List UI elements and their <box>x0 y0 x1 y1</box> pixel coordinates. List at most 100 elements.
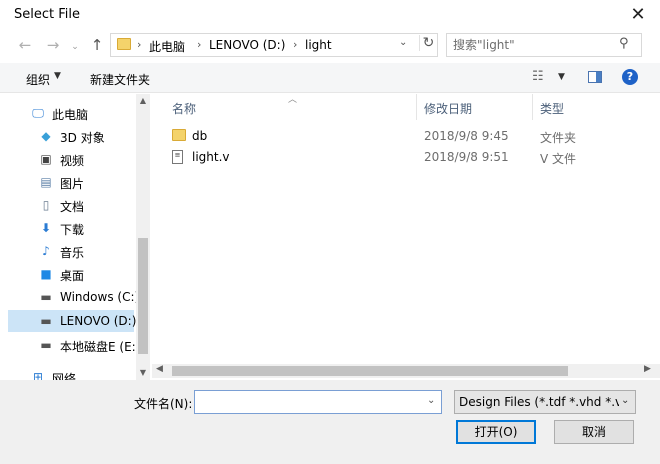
file-date: 2018/9/8 9:51 <box>424 150 509 164</box>
nav-item-videos[interactable]: ▣ 视频 <box>8 148 134 170</box>
column-header-type[interactable]: 类型 <box>540 100 564 117</box>
help-icon[interactable]: ? <box>622 69 638 85</box>
file-list: ︿ 名称 修改日期 类型 db 2018/9/8 9:45 文件夹 ≡ ligh… <box>152 94 660 364</box>
file-type: 文件夹 <box>540 131 577 145</box>
nav-item-label: 下载 <box>60 223 85 237</box>
nav-item-label: 3D 对象 <box>60 131 105 145</box>
nav-item-local-disk-e[interactable]: ▬ 本地磁盘E (E:) <box>8 334 140 356</box>
drive-icon: ▬ <box>40 290 52 304</box>
nav-item-this-pc[interactable]: 🖵 此电脑 <box>8 102 134 124</box>
scroll-thumb[interactable] <box>138 238 148 354</box>
navigation-pane: 🖵 此电脑 ◆ 3D 对象 ▣ 视频 ▤ 图片 ▯ 文档 ⬇ 下载 ♪ 音乐 ■… <box>0 94 150 380</box>
open-button[interactable]: 打开(O) <box>456 420 536 444</box>
file-name: light.v <box>192 150 230 164</box>
window-title: Select File <box>14 7 80 22</box>
caret-down-icon[interactable]: ▼ <box>558 72 565 82</box>
toolbar: 组织 ▼ 新建文件夹 ☷ ▼ ? <box>0 63 660 93</box>
music-icon: ♪ <box>42 244 50 258</box>
file-date: 2018/9/8 9:45 <box>424 129 509 143</box>
drive-icon: ▬ <box>40 314 52 328</box>
filename-combobox[interactable]: ⌄ <box>194 390 442 414</box>
column-divider[interactable] <box>416 94 417 120</box>
file-type-filter[interactable]: Design Files (*.tdf *.vhd *.vhc ⌄ <box>454 390 636 414</box>
nav-item-downloads[interactable]: ⬇ 下载 <box>8 217 134 239</box>
column-divider[interactable] <box>532 94 533 120</box>
sort-ascending-icon: ︿ <box>288 95 298 105</box>
nav-item-label: LENOVO (D:) <box>60 314 137 328</box>
computer-icon: 🖵 <box>32 106 44 120</box>
chevron-down-icon[interactable]: ⌄ <box>621 395 629 406</box>
close-icon[interactable]: ✕ <box>622 3 654 27</box>
scroll-thumb[interactable] <box>172 366 568 376</box>
column-header-date[interactable]: 修改日期 <box>424 100 472 117</box>
document-icon: ▯ <box>42 198 50 212</box>
nav-item-label: 本地磁盘E (E:) <box>60 340 141 354</box>
picture-icon: ▤ <box>40 175 52 189</box>
forward-arrow-icon[interactable]: → <box>42 34 64 56</box>
filename-input[interactable] <box>199 394 419 410</box>
nav-item-desktop[interactable]: ■ 桌面 <box>8 263 134 285</box>
file-row[interactable]: ≡ light.v 2018/9/8 9:51 V 文件 <box>164 147 644 167</box>
file-type-filter-value: Design Files (*.tdf *.vhd *.vhc <box>459 395 619 409</box>
address-bar[interactable]: › 此电脑 › LENOVO (D:) › light ⌄ ↻ <box>110 33 438 57</box>
nav-item-pictures[interactable]: ▤ 图片 <box>8 171 134 193</box>
scroll-right-icon[interactable]: ▶ <box>644 364 651 374</box>
nav-item-label: 网络 <box>52 372 77 380</box>
nav-item-3d-objects[interactable]: ◆ 3D 对象 <box>8 125 134 147</box>
nav-item-music[interactable]: ♪ 音乐 <box>8 240 134 262</box>
address-dropdown-icon[interactable]: ⌄ <box>399 37 407 48</box>
folder-icon <box>117 38 131 50</box>
column-header-name[interactable]: 名称 <box>172 100 196 117</box>
breadcrumb-this-pc[interactable]: 此电脑 <box>149 38 185 55</box>
nav-item-label: 此电脑 <box>52 108 89 122</box>
drive-icon: ▬ <box>40 338 52 352</box>
view-options-icon[interactable]: ☷ <box>532 69 544 84</box>
file-icon: ≡ <box>172 150 183 164</box>
caret-down-icon[interactable]: ▼ <box>54 71 61 81</box>
filename-label: 文件名(N): <box>134 397 193 411</box>
nav-item-label: 文档 <box>60 200 85 214</box>
title-bar: Select File ✕ <box>0 0 660 30</box>
folder-icon <box>172 129 186 141</box>
new-folder-button[interactable]: 新建文件夹 <box>90 71 150 88</box>
file-type: V 文件 <box>540 152 577 166</box>
nav-item-lenovo-d[interactable]: ▬ LENOVO (D:) <box>8 310 137 332</box>
breadcrumb-drive[interactable]: LENOVO (D:) <box>209 38 285 52</box>
search-icon[interactable]: ⚲ <box>619 36 629 51</box>
video-icon: ▣ <box>40 152 52 166</box>
search-box[interactable]: ⚲ <box>446 33 642 57</box>
back-arrow-icon[interactable]: ← <box>14 34 36 56</box>
scroll-down-icon[interactable]: ▼ <box>136 368 150 377</box>
nav-item-label: 音乐 <box>60 246 85 260</box>
nav-scrollbar[interactable]: ▲ ▼ <box>136 94 150 380</box>
network-icon: ⊞ <box>32 370 44 380</box>
download-icon: ⬇ <box>40 221 52 235</box>
dialog-footer: 文件名(N): ⌄ Design Files (*.tdf *.vhd *.vh… <box>0 380 660 464</box>
nav-item-windows-c[interactable]: ▬ Windows (C:) <box>8 286 139 308</box>
desktop-icon: ■ <box>40 267 52 281</box>
cube-icon: ◆ <box>41 129 51 143</box>
organize-button[interactable]: 组织 <box>26 71 50 88</box>
refresh-icon[interactable]: ↻ <box>419 35 437 51</box>
nav-item-documents[interactable]: ▯ 文档 <box>8 194 134 216</box>
horizontal-scrollbar[interactable]: ◀ ▶ <box>152 364 660 378</box>
scroll-up-icon[interactable]: ▲ <box>136 96 150 105</box>
up-arrow-icon[interactable]: ↑ <box>86 34 108 56</box>
chevron-right-icon: › <box>197 38 202 51</box>
preview-pane-icon[interactable] <box>588 71 602 83</box>
nav-item-network[interactable]: ⊞ 网络 <box>8 366 134 380</box>
file-row[interactable]: db 2018/9/8 9:45 文件夹 <box>164 126 644 146</box>
scroll-left-icon[interactable]: ◀ <box>156 364 163 374</box>
chevron-right-icon: › <box>293 38 298 51</box>
chevron-right-icon: › <box>137 38 142 51</box>
file-name: db <box>192 129 208 143</box>
chevron-down-icon[interactable]: ⌄ <box>427 395 435 406</box>
cancel-button[interactable]: 取消 <box>554 420 634 444</box>
nav-item-label: 视频 <box>60 154 85 168</box>
nav-item-label: 图片 <box>60 177 85 191</box>
search-input[interactable] <box>453 37 613 53</box>
breadcrumb-folder[interactable]: light <box>305 38 332 52</box>
recent-locations-chevron-icon[interactable]: ⌄ <box>70 36 80 58</box>
nav-item-label: 桌面 <box>60 269 85 283</box>
nav-item-label: Windows (C:) <box>60 290 140 304</box>
